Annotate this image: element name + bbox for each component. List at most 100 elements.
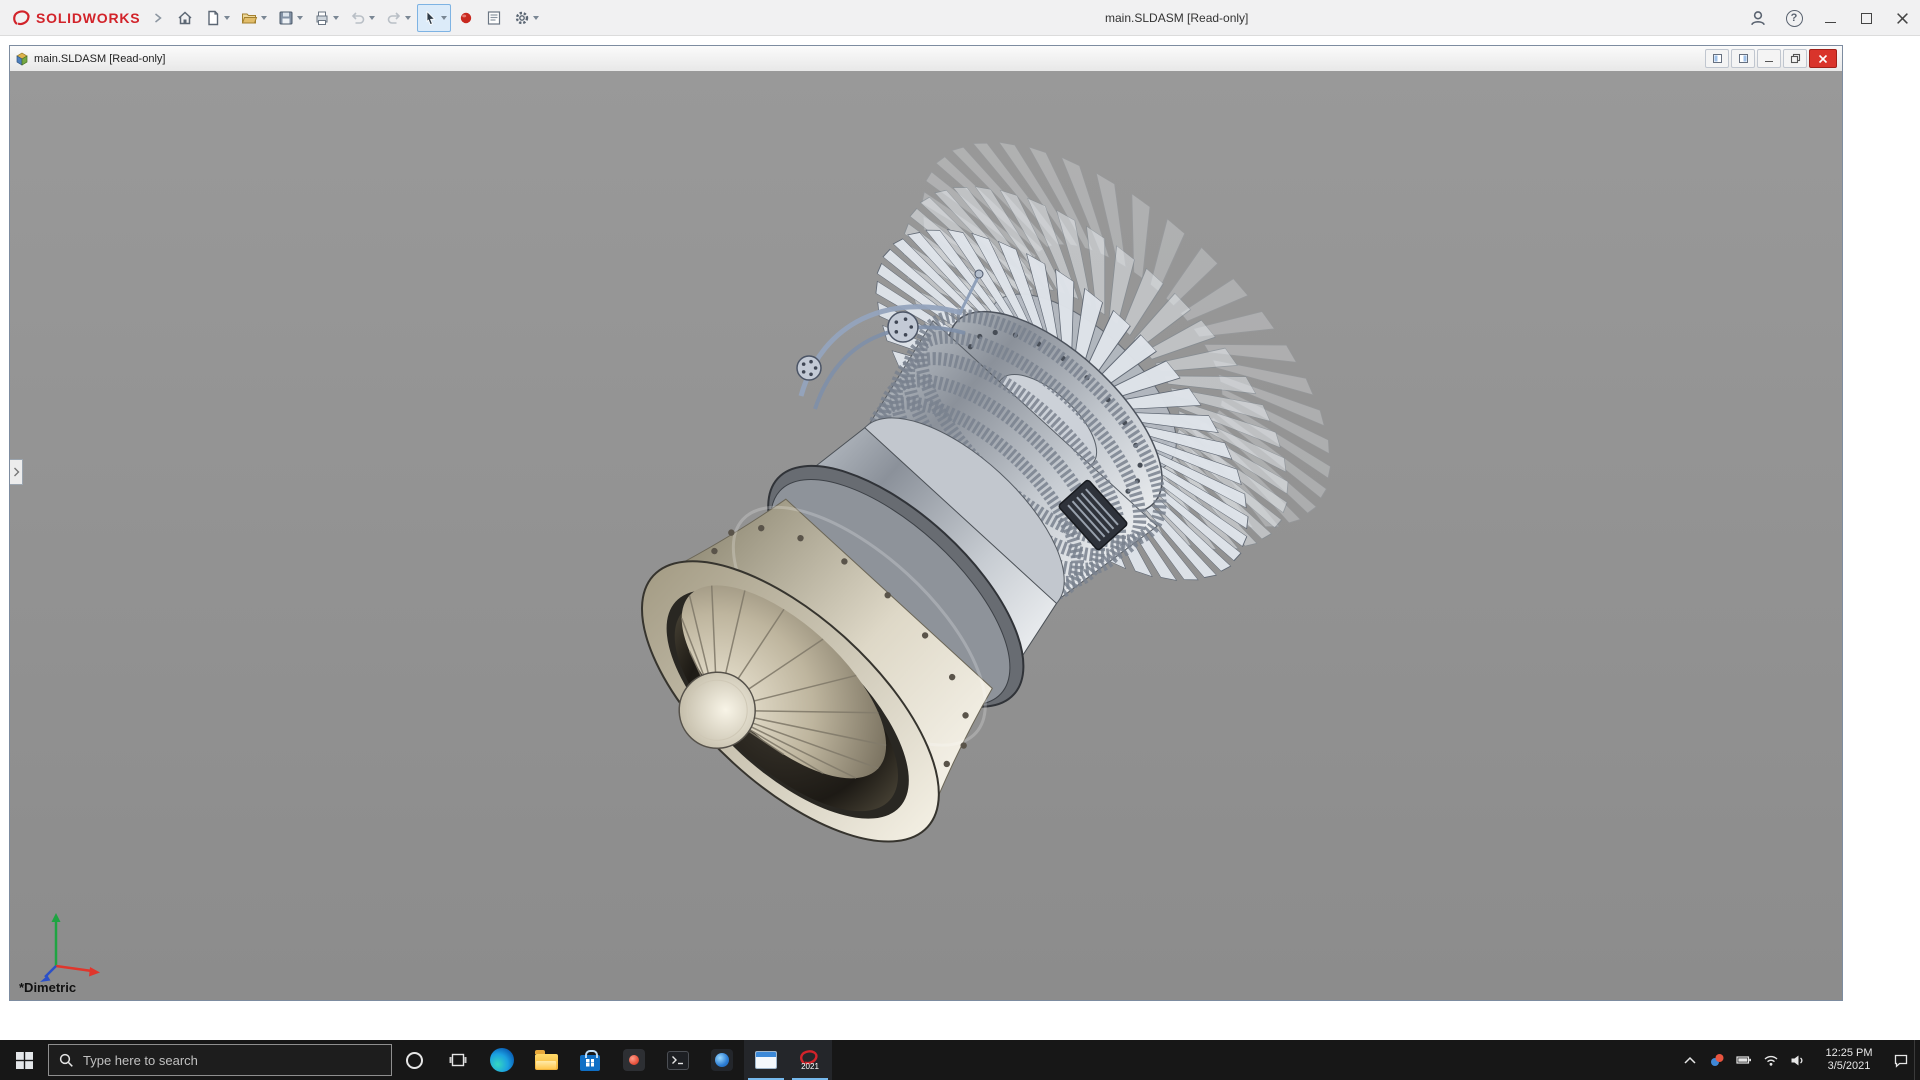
redo-button[interactable] [381, 4, 415, 32]
hidden-icons-chevron-icon[interactable] [1676, 1040, 1703, 1080]
doc-minimize-button[interactable] [1757, 49, 1781, 68]
solidworks-taskbar-icon[interactable]: 2021 [788, 1040, 832, 1080]
show-desktop-button[interactable] [1914, 1040, 1920, 1080]
edge-icon[interactable] [480, 1040, 524, 1080]
windows-taskbar: 2021 [0, 1040, 1920, 1080]
doc-close-icon [1818, 54, 1828, 64]
help-icon: ? [1786, 10, 1803, 27]
clock-date: 3/5/2021 [1811, 1060, 1887, 1073]
pane-left-icon [1712, 53, 1723, 64]
mdi-client-area: main.SLDASM [Read-only] [0, 36, 1920, 1040]
save-button[interactable] [273, 4, 307, 32]
settings-dropdown[interactable] [533, 16, 539, 20]
solidworks-swirl-icon [12, 9, 32, 27]
cortana-button[interactable] [392, 1040, 436, 1080]
search-icon [59, 1053, 74, 1068]
system-tray: 12:25 PM 3/5/2021 [1676, 1040, 1920, 1080]
pinned-app-6-icon[interactable] [700, 1040, 744, 1080]
toolbar-flyout-chevron-icon[interactable] [154, 13, 162, 23]
doc-close-button[interactable] [1809, 49, 1837, 68]
task-view-icon [449, 1052, 467, 1068]
print-icon [313, 9, 331, 27]
windows-logo-icon [16, 1052, 33, 1069]
properties-card-icon [485, 9, 503, 27]
doc-restore-icon [1790, 53, 1801, 64]
redo-dropdown[interactable] [405, 16, 411, 20]
file-explorer-icon[interactable] [524, 1040, 568, 1080]
volume-icon[interactable] [1784, 1040, 1811, 1080]
maximize-icon [1861, 13, 1872, 24]
taskbar-clock[interactable]: 12:25 PM 3/5/2021 [1811, 1040, 1887, 1080]
engine-3d-model [10, 71, 1842, 1000]
brand-wordmark: SOLIDWORKS [36, 10, 140, 26]
pane-right-button[interactable] [1731, 49, 1755, 68]
new-document-button[interactable] [200, 4, 234, 32]
document-window: main.SLDASM [Read-only] [9, 45, 1843, 1001]
pinned-app-4-icon[interactable] [612, 1040, 656, 1080]
feature-manager-collapsed-tab[interactable] [10, 459, 23, 485]
select-tool-dropdown[interactable] [441, 16, 447, 20]
redo-icon [385, 9, 403, 27]
quick-access-toolbar [172, 4, 543, 32]
clock-time: 12:25 PM [1811, 1047, 1887, 1060]
home-button[interactable] [172, 4, 198, 32]
new-document-dropdown[interactable] [224, 16, 230, 20]
image-viewer-icon[interactable] [744, 1040, 788, 1080]
view-orientation-label: *Dimetric [19, 980, 76, 995]
window-title: main.SLDASM [Read-only] [1105, 0, 1248, 36]
gear-icon [513, 9, 531, 27]
document-titlebar: main.SLDASM [Read-only] [10, 46, 1842, 71]
close-button[interactable] [1884, 0, 1920, 36]
search-input[interactable] [83, 1053, 381, 1068]
save-dropdown[interactable] [297, 16, 303, 20]
select-tool-button[interactable] [417, 4, 451, 32]
open-button[interactable] [236, 4, 271, 32]
graphics-viewport[interactable]: *Dimetric [10, 71, 1842, 1000]
pane-left-button[interactable] [1705, 49, 1729, 68]
home-icon [176, 9, 194, 27]
cortana-icon [406, 1052, 423, 1069]
print-button[interactable] [309, 4, 343, 32]
new-document-icon [204, 9, 222, 27]
start-button[interactable] [0, 1040, 48, 1080]
red-sphere-button[interactable] [453, 4, 479, 32]
doc-restore-button[interactable] [1783, 49, 1807, 68]
account-icon [1749, 9, 1767, 27]
network-icon[interactable] [1757, 1040, 1784, 1080]
doc-minimize-icon [1765, 61, 1773, 62]
undo-button[interactable] [345, 4, 379, 32]
red-sphere-icon [457, 9, 475, 27]
battery-icon[interactable] [1730, 1040, 1757, 1080]
pane-right-icon [1738, 53, 1749, 64]
command-prompt-icon[interactable] [656, 1040, 700, 1080]
open-folder-icon [240, 9, 259, 27]
solidworks-version-badge: 2021 [801, 1063, 819, 1071]
account-button[interactable] [1740, 0, 1776, 36]
action-center-icon[interactable] [1887, 1040, 1914, 1080]
microsoft-store-icon[interactable] [568, 1040, 612, 1080]
open-dropdown[interactable] [261, 16, 267, 20]
taskbar-search-box[interactable] [48, 1044, 392, 1076]
task-view-button[interactable] [436, 1040, 480, 1080]
close-icon [1896, 12, 1909, 25]
window-controls: ? [1740, 0, 1920, 36]
solidworks-logo: SOLIDWORKS [0, 9, 140, 27]
solidworks-window: SOLIDWORKS [0, 0, 1920, 1080]
help-button[interactable]: ? [1776, 0, 1812, 36]
orientation-triad [38, 904, 118, 988]
minimize-button[interactable] [1812, 0, 1848, 36]
undo-dropdown[interactable] [369, 16, 375, 20]
properties-button[interactable] [481, 4, 507, 32]
save-icon [277, 9, 295, 27]
settings-button[interactable] [509, 4, 543, 32]
app-titlebar: SOLIDWORKS [0, 0, 1920, 36]
maximize-button[interactable] [1848, 0, 1884, 36]
assembly-icon [15, 52, 29, 66]
undo-icon [349, 9, 367, 27]
expand-panel-chevron-icon [12, 466, 21, 478]
select-cursor-icon [421, 9, 439, 27]
minimize-icon [1825, 22, 1836, 23]
document-title: main.SLDASM [Read-only] [34, 53, 165, 65]
print-dropdown[interactable] [333, 16, 339, 20]
tray-app-icon[interactable] [1703, 1040, 1730, 1080]
